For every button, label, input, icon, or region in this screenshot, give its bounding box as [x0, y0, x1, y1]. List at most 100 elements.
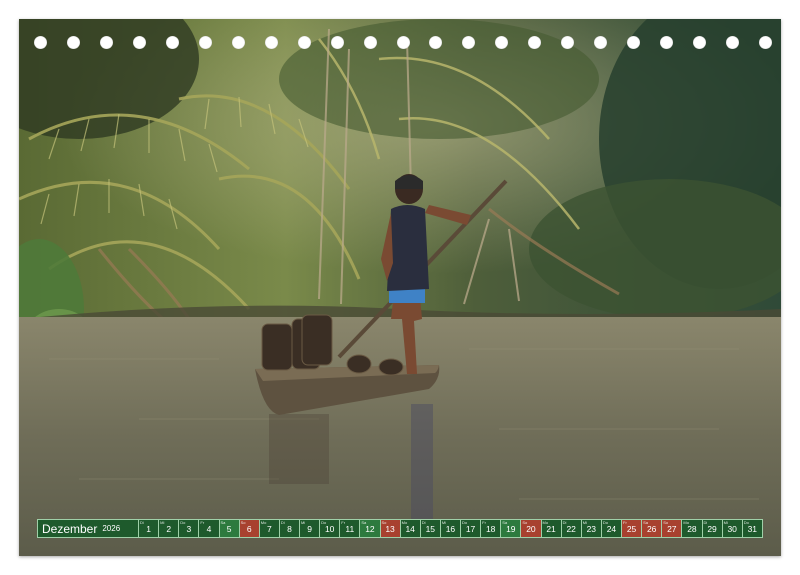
day-number: 2	[166, 523, 172, 534]
weekday-abbrev: Do	[180, 520, 186, 525]
weekday-abbrev: Sa	[643, 520, 649, 525]
day-number: 31	[747, 523, 758, 534]
day-number: 27	[667, 523, 677, 534]
weekday-abbrev: So	[522, 520, 528, 525]
weekday-abbrev: Mo	[401, 520, 408, 525]
day-cell: Fr 18	[480, 519, 502, 538]
day-number: 5	[226, 523, 232, 534]
weekday-abbrev: Sa	[361, 520, 367, 525]
day-number: 10	[324, 523, 335, 534]
weekday-abbrev: Fr	[623, 520, 627, 525]
day-cell: Fr 25	[621, 519, 643, 538]
weekday-abbrev: Mi	[582, 520, 587, 525]
weekday-abbrev: Di	[562, 520, 567, 525]
weekday-abbrev: Sa	[502, 520, 508, 525]
day-number: 15	[425, 523, 436, 534]
binding-hole	[726, 36, 740, 49]
weekday-abbrev: Do	[602, 520, 608, 525]
day-cell: Mo 14	[399, 519, 421, 538]
day-number: 20	[526, 523, 536, 534]
day-cell: Sa 5	[218, 519, 240, 538]
binding-hole	[165, 36, 179, 49]
weekday-abbrev: Do	[321, 520, 327, 525]
weekday-abbrev: Mi	[301, 520, 306, 525]
weekday-abbrev: Mo	[542, 520, 549, 525]
weekday-abbrev: Sa	[220, 520, 226, 525]
day-cell: So 27	[661, 519, 683, 538]
day-number: 30	[727, 523, 737, 534]
river-photo	[19, 19, 781, 556]
day-number: 18	[485, 523, 496, 534]
weekday-abbrev: So	[381, 520, 387, 525]
day-cell: Mi 23	[580, 519, 602, 538]
day-cell: So 13	[379, 519, 401, 538]
day-cell: Mi 30	[721, 519, 743, 538]
day-cell: Di 22	[560, 519, 582, 538]
binding-holes	[0, 0, 800, 49]
calendar-strip: Dezember 2026 Di 1 Mi 2 Do 3 Fr 4 Sa 5 So 6 Mo 7 Di 8 Mi…	[37, 519, 763, 538]
day-number: 9	[307, 523, 312, 534]
day-number: 23	[586, 523, 597, 534]
weekday-abbrev: So	[240, 520, 246, 525]
day-cell: Sa 26	[641, 519, 663, 538]
day-cell: Di 15	[419, 519, 441, 538]
day-number: 24	[606, 523, 617, 534]
weekday-abbrev: Do	[462, 520, 468, 525]
day-cell: Fr 11	[339, 519, 361, 538]
canoe-scene-image	[19, 19, 781, 556]
day-number: 19	[506, 523, 516, 534]
day-number: 7	[266, 523, 272, 534]
binding-hole	[66, 36, 80, 49]
weekday-abbrev: Di	[703, 520, 708, 525]
weekday-abbrev: Di	[421, 520, 426, 525]
weekday-abbrev: Mi	[160, 520, 165, 525]
day-cell: Sa 12	[359, 519, 381, 538]
weekday-abbrev: Fr	[482, 520, 486, 525]
day-cell: Do 10	[319, 519, 341, 538]
binding-hole	[132, 36, 146, 49]
day-cell: Di 8	[278, 519, 300, 538]
day-number: 22	[566, 523, 576, 534]
binding-hole	[759, 36, 772, 49]
day-cell: Do 17	[460, 519, 482, 538]
day-cell: So 6	[238, 519, 260, 538]
day-number: 17	[465, 523, 476, 534]
weekday-abbrev: Do	[743, 520, 749, 525]
binding-hole	[99, 36, 113, 49]
day-number: 8	[287, 523, 292, 534]
day-cell: Sa 19	[500, 519, 522, 538]
day-number: 4	[206, 523, 212, 534]
day-cell: Mo 7	[258, 519, 280, 538]
day-cell: Mi 2	[158, 519, 180, 538]
day-number: 3	[186, 523, 192, 534]
day-number: 16	[445, 523, 456, 534]
day-number: 6	[246, 523, 252, 534]
binding-hole	[330, 36, 344, 49]
weekday-abbrev: Mi	[723, 520, 728, 525]
day-cell: Do 3	[178, 519, 200, 538]
day-cell: Di 29	[701, 519, 723, 538]
weekday-abbrev: Fr	[200, 520, 205, 525]
month-label-box: Dezember 2026	[37, 519, 139, 538]
day-cells: Di 1 Mi 2 Do 3 Fr 4 Sa 5 So 6 Mo 7 Di 8 Mi 9 Do 10 Fr 11 Sa 12 S…	[138, 519, 763, 538]
day-cell: Fr 4	[198, 519, 220, 538]
weekday-abbrev: Di	[280, 520, 285, 525]
weekday-abbrev: So	[663, 520, 669, 525]
day-number: 14	[405, 523, 415, 534]
day-number: 25	[626, 523, 637, 534]
binding-hole	[198, 36, 212, 49]
binding-hole	[297, 36, 311, 49]
binding-hole	[396, 36, 410, 49]
day-number: 11	[345, 523, 355, 534]
calendar-page: Dezember 2026 Di 1 Mi 2 Do 3 Fr 4 Sa 5 So 6 Mo 7 Di 8 Mi…	[0, 0, 800, 575]
binding-hole	[363, 36, 377, 49]
day-number: 26	[646, 523, 657, 534]
day-cell: Mo 28	[681, 519, 703, 538]
day-cell: Do 24	[600, 519, 622, 538]
day-cell: Mo 21	[540, 519, 562, 538]
day-cell: So 20	[520, 519, 542, 538]
year-label: 2026	[102, 524, 121, 533]
day-cell: Do 31	[741, 519, 763, 538]
day-cell: Di 1	[138, 519, 160, 538]
weekday-abbrev: Mo	[260, 520, 267, 525]
